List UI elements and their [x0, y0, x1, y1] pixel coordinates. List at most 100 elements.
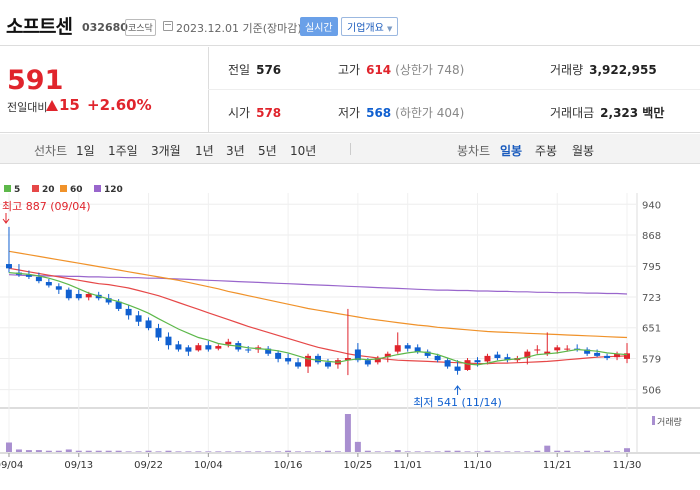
open-label: 시가: [228, 106, 251, 120]
volume-bar: [55, 450, 62, 452]
candle-body: [245, 349, 252, 351]
volume-bar: [215, 451, 222, 452]
volume-bar: [484, 450, 491, 452]
volume-bar: [394, 450, 401, 452]
legend-label: 60: [70, 185, 83, 195]
volume-bar: [614, 451, 621, 452]
candle-body: [195, 345, 202, 351]
y-tick-label: 940: [642, 200, 661, 211]
candle-body: [285, 358, 292, 362]
period-3m[interactable]: 3개월: [151, 142, 181, 159]
candle-body: [55, 286, 62, 290]
volume-bar: [75, 450, 82, 452]
legend-swatch: [32, 185, 39, 192]
candle-body: [484, 355, 491, 362]
x-tick-label: 09/13: [64, 460, 93, 471]
volume-bar: [554, 450, 561, 452]
volume: 거래량 3,922,955: [550, 61, 657, 78]
legend-swatch: [4, 185, 11, 192]
lower-limit: (하한가 404): [395, 106, 465, 120]
y-tick-label: 579: [642, 354, 661, 365]
upper-limit: (상한가 748): [395, 63, 465, 77]
volume-bar: [324, 450, 331, 452]
period-3y[interactable]: 3년: [226, 142, 245, 159]
volume-bar: [115, 450, 122, 452]
candle-body: [65, 289, 72, 299]
volume-bar: [125, 451, 132, 452]
x-tick-label: 10/16: [274, 460, 303, 471]
period-1y[interactable]: 1년: [195, 142, 214, 159]
calendar-icon: [163, 21, 173, 31]
volume-bar: [145, 450, 152, 452]
divider: [350, 143, 351, 155]
period-5y[interactable]: 5년: [258, 142, 277, 159]
x-tick-label: 09/22: [134, 460, 163, 471]
divider: [208, 89, 700, 90]
company-overview-button[interactable]: 기업개요 ▼: [341, 17, 399, 36]
volume-bar: [424, 451, 431, 452]
volume-legend-swatch: [652, 416, 655, 425]
candle-body: [324, 362, 331, 367]
volume-bar: [35, 450, 42, 452]
open-price: 시가 578: [228, 104, 281, 121]
volume-bar: [474, 451, 481, 452]
volume-bar: [514, 451, 521, 452]
candle-body: [145, 320, 152, 329]
volume-bar: [464, 451, 471, 452]
volume-bar: [45, 450, 52, 452]
company-overview-label: 기업개요: [347, 23, 384, 34]
volume-bar: [225, 451, 232, 452]
volume-bar: [195, 451, 202, 452]
candle-body: [474, 360, 481, 363]
volume-bar: [494, 451, 501, 452]
divider: [208, 47, 209, 133]
legend-swatch: [60, 185, 67, 192]
candle-body: [554, 347, 561, 351]
volume-bar: [334, 451, 341, 452]
change-percent: +2.60%: [87, 96, 152, 114]
realtime-button[interactable]: 실시간: [300, 17, 338, 36]
candle-body: [394, 345, 401, 352]
volume-bar: [594, 451, 601, 452]
volume-bar: [235, 451, 242, 452]
volume-bar: [434, 451, 441, 452]
volume-bar: [354, 441, 361, 452]
change-value: 15: [59, 96, 80, 114]
volume-bar: [185, 451, 192, 452]
volume-bar: [85, 450, 92, 452]
high-value: 614: [366, 63, 392, 77]
ma60-line: [8, 250, 628, 339]
period-1w[interactable]: 1주일: [108, 142, 138, 159]
volume-bar: [15, 449, 22, 452]
candle-body: [5, 264, 12, 269]
period-10y[interactable]: 10년: [290, 142, 316, 159]
base-date: 2023.12.01 기준(장마감): [176, 22, 302, 35]
price-summary: 591 전일대비 15 +2.60% 전일 576 고가 614 (상한가 748) …: [0, 47, 700, 133]
candle-body: [45, 282, 52, 286]
current-price: 591: [7, 65, 64, 96]
volume-bar: [584, 450, 591, 452]
candle-body: [165, 336, 172, 346]
candle-weekly[interactable]: 주봉: [535, 142, 557, 159]
volume-bar: [295, 451, 302, 452]
y-tick-label: 723: [642, 293, 661, 304]
trade-amount: 거래대금 2,323 백만: [550, 104, 664, 121]
low-label: 저가: [338, 106, 361, 120]
volume-bar: [504, 451, 511, 452]
volume-bar: [454, 450, 461, 452]
candle-body: [315, 355, 321, 363]
candle-daily[interactable]: 일봉: [500, 142, 522, 159]
candle-body: [494, 354, 501, 359]
x-tick-label: 09/04: [0, 460, 23, 471]
change-label: 전일대비: [7, 101, 48, 114]
y-tick-label: 795: [642, 262, 661, 273]
min-annotation: 최저 541 (11/14): [413, 396, 502, 409]
volume-bar: [344, 414, 351, 452]
candle-monthly[interactable]: 월봉: [572, 142, 594, 159]
volume-bar: [534, 450, 541, 452]
candlestick-chart[interactable]: 5 20 60 120 940 868 795 723 651 579 506 09/04 09/13 0…: [0, 165, 700, 490]
period-1d[interactable]: 1일: [76, 142, 95, 159]
candle-body: [454, 366, 461, 371]
low-price: 저가 568 (하한가 404): [338, 104, 464, 121]
volume-bar: [384, 451, 391, 452]
